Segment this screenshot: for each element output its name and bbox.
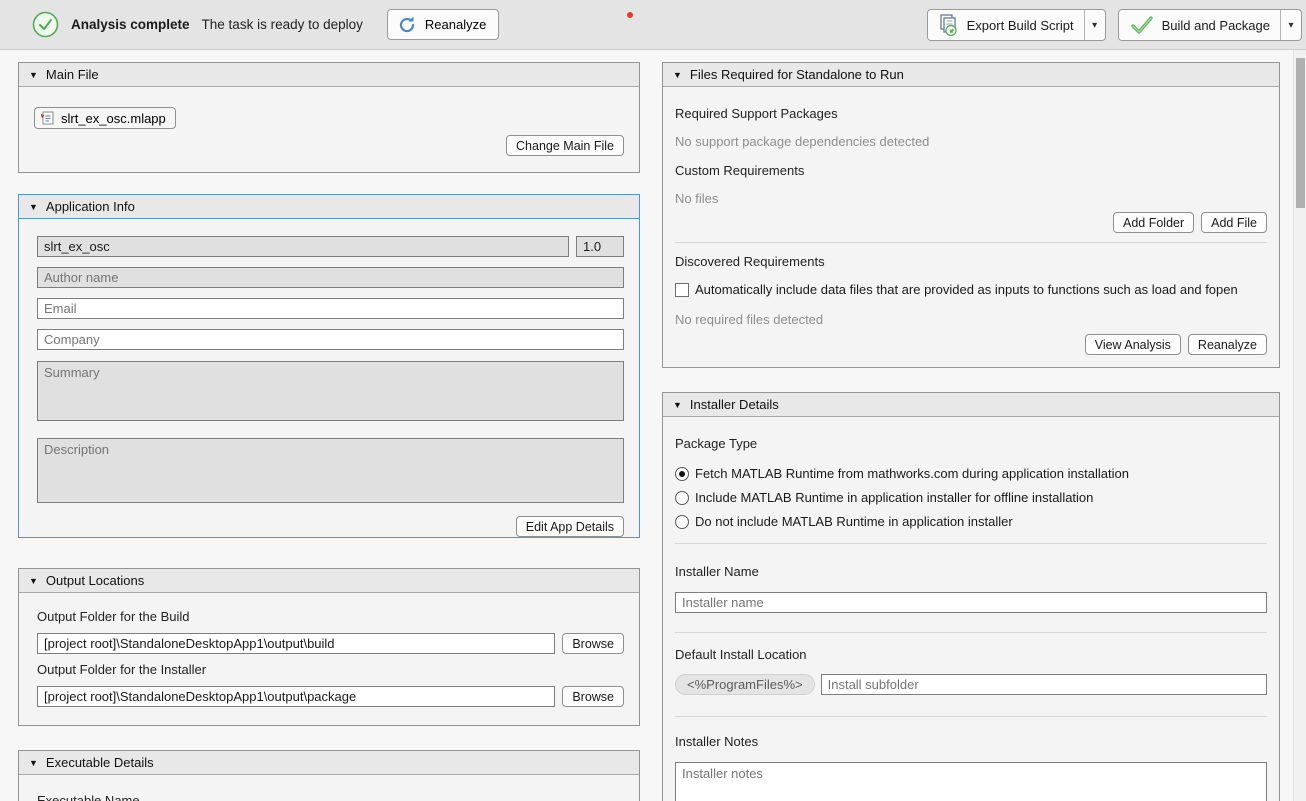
app-version-input[interactable] bbox=[576, 236, 624, 257]
package-type-heading: Package Type bbox=[675, 436, 1267, 451]
build-folder-input[interactable] bbox=[37, 633, 555, 654]
status-title: Analysis complete bbox=[71, 17, 190, 32]
main-file-chip[interactable]: slrt_ex_osc.mlapp bbox=[34, 107, 176, 129]
collapse-icon: ▼ bbox=[29, 758, 38, 768]
email-input[interactable] bbox=[37, 298, 624, 319]
discovered-requirements-heading: Discovered Requirements bbox=[675, 254, 1267, 269]
installer-notes-textarea[interactable] bbox=[675, 762, 1267, 801]
install-subfolder-input[interactable] bbox=[821, 674, 1267, 695]
section-title: Output Locations bbox=[46, 573, 144, 588]
export-build-script-label: Export Build Script bbox=[967, 18, 1074, 33]
default-install-location-label: Default Install Location bbox=[675, 647, 1267, 662]
app-name-input[interactable] bbox=[37, 236, 569, 257]
radio-label-no-runtime: Do not include MATLAB Runtime in applica… bbox=[695, 514, 1013, 529]
main-file-name: slrt_ex_osc.mlapp bbox=[61, 111, 166, 126]
main-file-section: ▼ Main File slrt_ex_osc.mlapp Change Mai… bbox=[18, 62, 640, 173]
build-and-package-button: Build and Package ▾ bbox=[1118, 9, 1302, 41]
custom-requirements-status: No files bbox=[675, 191, 1267, 206]
package-type-radio-include-runtime[interactable] bbox=[675, 491, 689, 505]
reanalyze-refresh-icon bbox=[396, 14, 418, 36]
change-main-file-button[interactable]: Change Main File bbox=[506, 135, 624, 156]
summary-textarea[interactable] bbox=[37, 361, 624, 421]
installer-folder-label: Output Folder for the Installer bbox=[37, 662, 624, 677]
build-and-package-dropdown[interactable]: ▾ bbox=[1280, 10, 1301, 40]
output-locations-section: ▼ Output Locations Output Folder for the… bbox=[18, 568, 640, 726]
analysis-complete-icon bbox=[32, 11, 59, 38]
reanalyze-label: Reanalyze bbox=[425, 17, 486, 32]
view-analysis-button[interactable]: View Analysis bbox=[1085, 334, 1181, 355]
toolbar: Analysis complete The task is ready to d… bbox=[0, 0, 1306, 50]
reanalyze-button[interactable]: Reanalyze bbox=[387, 9, 499, 40]
chevron-down-icon: ▾ bbox=[1092, 20, 1097, 31]
description-textarea[interactable] bbox=[37, 438, 624, 503]
radio-label-include-runtime: Include MATLAB Runtime in application in… bbox=[695, 490, 1093, 505]
installer-notes-label: Installer Notes bbox=[675, 734, 1267, 749]
application-info-section: ▼ Application Info Edit App Details bbox=[18, 194, 640, 538]
installer-details-header[interactable]: ▼ Installer Details bbox=[663, 393, 1279, 417]
collapse-icon: ▼ bbox=[29, 576, 38, 586]
build-folder-label: Output Folder for the Build bbox=[37, 609, 624, 624]
section-title: Files Required for Standalone to Run bbox=[690, 67, 904, 82]
left-column: ▼ Main File slrt_ex_osc.mlapp Change Mai… bbox=[18, 62, 640, 801]
section-title: Application Info bbox=[46, 199, 135, 214]
build-and-package-label: Build and Package bbox=[1162, 18, 1270, 33]
installer-folder-input[interactable] bbox=[37, 686, 555, 707]
status-message: The task is ready to deploy bbox=[202, 17, 363, 32]
executable-details-section: ▼ Executable Details Executable Name bbox=[18, 750, 640, 801]
files-required-header[interactable]: ▼ Files Required for Standalone to Run bbox=[663, 63, 1279, 87]
chevron-down-icon: ▾ bbox=[1288, 20, 1293, 31]
export-build-script-button: Export Build Script ▾ bbox=[927, 9, 1106, 41]
installer-name-label: Installer Name bbox=[675, 564, 1267, 579]
auto-include-checkbox[interactable] bbox=[675, 283, 689, 297]
reanalyze-files-button[interactable]: Reanalyze bbox=[1188, 334, 1267, 355]
collapse-icon: ▼ bbox=[29, 70, 38, 80]
files-required-section: ▼ Files Required for Standalone to Run R… bbox=[662, 62, 1280, 368]
red-dot bbox=[627, 12, 633, 18]
application-info-header[interactable]: ▼ Application Info bbox=[19, 195, 639, 219]
scrollbar-thumb[interactable] bbox=[1296, 58, 1305, 208]
vertical-scrollbar[interactable] bbox=[1293, 50, 1306, 801]
export-script-icon bbox=[938, 13, 960, 37]
section-title: Installer Details bbox=[690, 397, 779, 412]
add-file-button[interactable]: Add File bbox=[1201, 212, 1267, 233]
analysis-status: Analysis complete The task is ready to d… bbox=[0, 9, 499, 40]
author-name-input[interactable] bbox=[37, 267, 624, 288]
executable-name-label: Executable Name bbox=[37, 793, 624, 801]
add-folder-button[interactable]: Add Folder bbox=[1113, 212, 1194, 233]
section-title: Executable Details bbox=[46, 755, 154, 770]
right-column: ▼ Files Required for Standalone to Run R… bbox=[662, 62, 1280, 801]
custom-requirements-heading: Custom Requirements bbox=[675, 163, 1267, 178]
collapse-icon: ▼ bbox=[673, 70, 682, 80]
installer-name-input[interactable] bbox=[675, 592, 1267, 613]
build-check-icon bbox=[1129, 14, 1155, 36]
radio-label-fetch-runtime: Fetch MATLAB Runtime from mathworks.com … bbox=[695, 466, 1129, 481]
discovered-requirements-status: No required files detected bbox=[675, 312, 1267, 327]
section-title: Main File bbox=[46, 67, 99, 82]
edit-app-details-button[interactable]: Edit App Details bbox=[516, 516, 624, 537]
browse-installer-folder-button[interactable]: Browse bbox=[562, 686, 624, 707]
collapse-icon: ▼ bbox=[29, 202, 38, 212]
browse-build-folder-button[interactable]: Browse bbox=[562, 633, 624, 654]
required-support-packages-heading: Required Support Packages bbox=[675, 106, 1267, 121]
company-input[interactable] bbox=[37, 329, 624, 350]
mlapp-file-icon bbox=[40, 110, 55, 126]
export-build-script-dropdown[interactable]: ▾ bbox=[1084, 10, 1105, 40]
auto-include-label: Automatically include data files that ar… bbox=[695, 282, 1238, 297]
build-and-package-main[interactable]: Build and Package bbox=[1119, 10, 1280, 40]
executable-details-header[interactable]: ▼ Executable Details bbox=[19, 751, 639, 775]
output-locations-header[interactable]: ▼ Output Locations bbox=[19, 569, 639, 593]
package-type-radio-no-runtime[interactable] bbox=[675, 515, 689, 529]
package-type-radio-fetch-runtime[interactable] bbox=[675, 467, 689, 481]
export-build-script-main[interactable]: Export Build Script bbox=[928, 10, 1084, 40]
collapse-icon: ▼ bbox=[673, 400, 682, 410]
main-file-header[interactable]: ▼ Main File bbox=[19, 63, 639, 87]
installer-details-section: ▼ Installer Details Package Type Fetch M… bbox=[662, 392, 1280, 801]
support-packages-status: No support package dependencies detected bbox=[675, 134, 1267, 149]
program-files-chip: <%ProgramFiles%> bbox=[675, 674, 815, 695]
